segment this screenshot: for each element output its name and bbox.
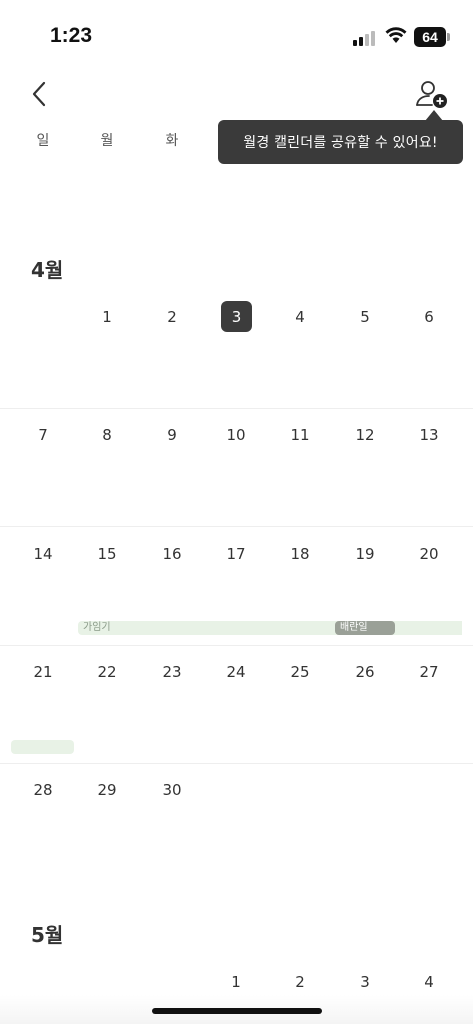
day-cell[interactable]: 21 (11, 663, 75, 681)
day-cell[interactable]: 12 (333, 426, 397, 444)
event-fertile-period-continued[interactable] (11, 740, 74, 754)
status-bar: 1:23 64 (0, 0, 473, 62)
day-cell[interactable]: 10 (204, 426, 268, 444)
today-marker[interactable]: 3 (221, 301, 252, 332)
cellular-signal-icon (353, 30, 377, 46)
day-cell[interactable]: 11 (268, 426, 332, 444)
event-ovulation-day[interactable]: 배란일 (335, 621, 395, 635)
day-cell[interactable]: 25 (268, 663, 332, 681)
day-cell[interactable]: 14 (11, 545, 75, 563)
day-cell[interactable]: 9 (140, 426, 204, 444)
day-cell[interactable]: 4 (397, 973, 461, 991)
weekday-sun: 일 (36, 133, 50, 149)
day-cell[interactable]: 24 (204, 663, 268, 681)
wifi-icon (385, 27, 407, 43)
day-cell[interactable]: 28 (11, 781, 75, 799)
day-cell[interactable]: 20 (397, 545, 461, 563)
chevron-left-icon (32, 81, 46, 107)
day-cell[interactable]: 30 (140, 781, 204, 799)
day-cell[interactable]: 26 (333, 663, 397, 681)
day-cell[interactable]: 8 (75, 426, 139, 444)
day-cell[interactable]: 22 (75, 663, 139, 681)
day-cell[interactable]: 29 (75, 781, 139, 799)
weekday-tue: 화 (165, 133, 179, 149)
day-cell[interactable]: 13 (397, 426, 461, 444)
day-cell[interactable]: 15 (75, 545, 139, 563)
back-button[interactable] (26, 78, 54, 110)
day-cell[interactable]: 2 (268, 973, 332, 991)
share-calendar-button[interactable] (414, 80, 450, 112)
month-title-april: 4월 (31, 258, 64, 282)
person-add-icon (416, 81, 447, 108)
day-cell[interactable]: 16 (140, 545, 204, 563)
day-cell[interactable]: 4 (268, 308, 332, 326)
day-cell[interactable]: 6 (397, 308, 461, 326)
month-title-may: 5월 (31, 923, 64, 947)
day-cell[interactable]: 1 (204, 973, 268, 991)
day-cell[interactable]: 7 (11, 426, 75, 444)
day-cell[interactable]: 3 (333, 973, 397, 991)
battery-icon: 64 (414, 27, 450, 47)
day-cell[interactable]: 23 (140, 663, 204, 681)
day-cell[interactable]: 2 (140, 308, 204, 326)
week-divider (0, 526, 473, 527)
battery-level: 64 (422, 29, 438, 45)
day-cell[interactable]: 27 (397, 663, 461, 681)
share-tooltip[interactable]: 월경 캘린더를 공유할 수 있어요! (218, 120, 463, 164)
week-divider (0, 645, 473, 646)
day-cell[interactable]: 17 (204, 545, 268, 563)
day-cell[interactable]: 19 (333, 545, 397, 563)
day-cell[interactable]: 18 (268, 545, 332, 563)
status-time: 1:23 (50, 24, 93, 47)
day-cell[interactable]: 5 (333, 308, 397, 326)
day-cell[interactable]: 1 (75, 308, 139, 326)
week-divider (0, 763, 473, 764)
event-fertile-period[interactable]: 가임기 (78, 621, 462, 635)
weekday-mon: 월 (100, 133, 114, 149)
week-divider (0, 408, 473, 409)
home-indicator[interactable] (152, 1008, 322, 1014)
